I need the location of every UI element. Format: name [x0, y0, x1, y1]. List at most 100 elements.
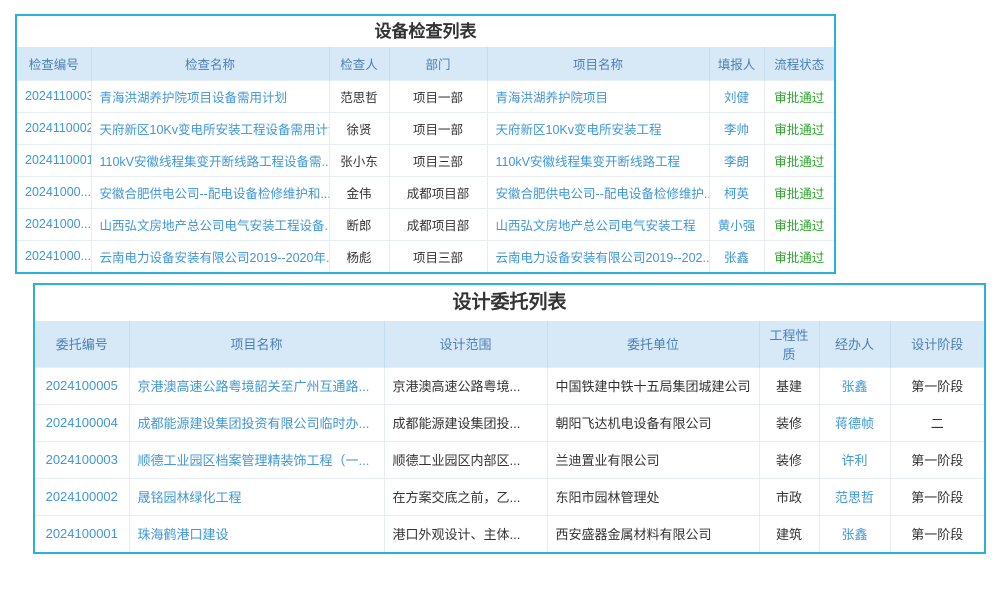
column-header-id: 委托编号: [35, 321, 129, 367]
cell-status: 审批通过: [764, 80, 834, 112]
cell-id[interactable]: 2024100001: [35, 515, 129, 552]
cell-id[interactable]: 2024100005: [35, 367, 129, 404]
cell-name[interactable]: 山西弘文房地产总公司电气安装工程设备...: [91, 208, 329, 240]
column-header-scope: 设计范围: [384, 321, 547, 367]
cell-id[interactable]: 2024100004: [35, 404, 129, 441]
column-header-nature: 工程性质: [759, 321, 819, 367]
table-row: 2024110003青海洪湖养护院项目设备需用计划范思哲项目一部青海洪湖养护院项…: [17, 80, 834, 112]
cell-name[interactable]: 天府新区10Kv变电所安装工程设备需用计划: [91, 112, 329, 144]
column-header-inspector: 检查人: [329, 47, 389, 80]
cell-inspector: 杨彪: [329, 240, 389, 272]
cell-scope: 顺德工业园区内部区...: [384, 441, 547, 478]
cell-nature: 装修: [759, 404, 819, 441]
table-row: 2024110002天府新区10Kv变电所安装工程设备需用计划徐贤项目一部天府新…: [17, 112, 834, 144]
column-header-handler: 经办人: [819, 321, 890, 367]
cell-client: 东阳市园林管理处: [547, 478, 759, 515]
cell-project[interactable]: 珠海鹤港口建设: [129, 515, 384, 552]
cell-stage: 第一阶段: [890, 515, 984, 552]
cell-status: 审批通过: [764, 176, 834, 208]
cell-department: 项目一部: [389, 112, 487, 144]
cell-project[interactable]: 安徽合肥供电公司--配电设备检修维护...: [487, 176, 709, 208]
cell-nature: 基建: [759, 367, 819, 404]
column-header-project: 项目名称: [129, 321, 384, 367]
cell-reporter[interactable]: 李朗: [709, 144, 764, 176]
cell-nature: 装修: [759, 441, 819, 478]
column-header-status: 流程状态: [764, 47, 834, 80]
cell-nature: 建筑: [759, 515, 819, 552]
cell-reporter[interactable]: 黄小强: [709, 208, 764, 240]
table-row: 2024100004成都能源建设集团投资有限公司临时办...成都能源建设集团投.…: [35, 404, 984, 441]
cell-name[interactable]: 110kV安徽线程集变开断线路工程设备需...: [91, 144, 329, 176]
table-row: 2024110001110kV安徽线程集变开断线路工程设备需...张小东项目三部…: [17, 144, 834, 176]
cell-stage: 第一阶段: [890, 367, 984, 404]
cell-handler[interactable]: 范思哲: [819, 478, 890, 515]
cell-id[interactable]: 2024100002: [35, 478, 129, 515]
cell-handler[interactable]: 许利: [819, 441, 890, 478]
cell-status: 审批通过: [764, 240, 834, 272]
cell-department: 项目一部: [389, 80, 487, 112]
table-row: 20241000...云南电力设备安装有限公司2019--2020年...杨彪项…: [17, 240, 834, 272]
cell-stage: 二: [890, 404, 984, 441]
design-commission-table: 委托编号项目名称设计范围委托单位工程性质经办人设计阶段2024100005京港澳…: [35, 321, 984, 552]
cell-department: 项目三部: [389, 144, 487, 176]
cell-name[interactable]: 安徽合肥供电公司--配电设备检修维护和...: [91, 176, 329, 208]
cell-status: 审批通过: [764, 208, 834, 240]
cell-name[interactable]: 青海洪湖养护院项目设备需用计划: [91, 80, 329, 112]
cell-handler[interactable]: 蒋德帧: [819, 404, 890, 441]
cell-client: 中国铁建中铁十五局集团城建公司: [547, 367, 759, 404]
cell-reporter[interactable]: 李帅: [709, 112, 764, 144]
cell-handler[interactable]: 张鑫: [819, 515, 890, 552]
cell-client: 兰迪置业有限公司: [547, 441, 759, 478]
cell-reporter[interactable]: 柯英: [709, 176, 764, 208]
cell-project[interactable]: 顺德工业园区档案管理精装饰工程（一...: [129, 441, 384, 478]
cell-id[interactable]: 20241000...: [17, 176, 91, 208]
equipment-inspection-table: 检查编号检查名称检查人部门项目名称填报人流程状态2024110003青海洪湖养护…: [17, 47, 834, 272]
equipment-inspection-panel: 设备检查列表 检查编号检查名称检查人部门项目名称填报人流程状态202411000…: [15, 14, 836, 274]
cell-department: 成都项目部: [389, 176, 487, 208]
cell-client: 朝阳飞达机电设备有限公司: [547, 404, 759, 441]
cell-id[interactable]: 20241000...: [17, 240, 91, 272]
cell-id[interactable]: 2024110002: [17, 112, 91, 144]
cell-status: 审批通过: [764, 112, 834, 144]
equipment-table-title: 设备检查列表: [17, 16, 834, 47]
cell-reporter[interactable]: 张鑫: [709, 240, 764, 272]
cell-project[interactable]: 山西弘文房地产总公司电气安装工程: [487, 208, 709, 240]
cell-inspector: 金伟: [329, 176, 389, 208]
cell-department: 项目三部: [389, 240, 487, 272]
cell-project[interactable]: 晟铭园林绿化工程: [129, 478, 384, 515]
cell-status: 审批通过: [764, 144, 834, 176]
header-row: 委托编号项目名称设计范围委托单位工程性质经办人设计阶段: [35, 321, 984, 367]
column-header-client: 委托单位: [547, 321, 759, 367]
table-row: 2024100005京港澳高速公路粤境韶关至广州互通路...京港澳高速公路粤境.…: [35, 367, 984, 404]
cell-inspector: 徐贤: [329, 112, 389, 144]
cell-id[interactable]: 20241000...: [17, 208, 91, 240]
cell-nature: 市政: [759, 478, 819, 515]
table-row: 2024100003顺德工业园区档案管理精装饰工程（一...顺德工业园区内部区.…: [35, 441, 984, 478]
cell-name[interactable]: 云南电力设备安装有限公司2019--2020年...: [91, 240, 329, 272]
cell-project[interactable]: 成都能源建设集团投资有限公司临时办...: [129, 404, 384, 441]
cell-id[interactable]: 2024110001: [17, 144, 91, 176]
column-header-project: 项目名称: [487, 47, 709, 80]
cell-project[interactable]: 天府新区10Kv变电所安装工程: [487, 112, 709, 144]
cell-inspector: 张小东: [329, 144, 389, 176]
cell-client: 西安盛器金属材料有限公司: [547, 515, 759, 552]
design-table-title: 设计委托列表: [35, 285, 984, 321]
header-row: 检查编号检查名称检查人部门项目名称填报人流程状态: [17, 47, 834, 80]
column-header-name: 检查名称: [91, 47, 329, 80]
cell-id[interactable]: 2024100003: [35, 441, 129, 478]
table-row: 20241000...安徽合肥供电公司--配电设备检修维护和...金伟成都项目部…: [17, 176, 834, 208]
cell-project[interactable]: 云南电力设备安装有限公司2019--202...: [487, 240, 709, 272]
cell-project[interactable]: 110kV安徽线程集变开断线路工程: [487, 144, 709, 176]
cell-scope: 京港澳高速公路粤境...: [384, 367, 547, 404]
table-row: 2024100001珠海鹤港口建设港口外观设计、主体...西安盛器金属材料有限公…: [35, 515, 984, 552]
cell-scope: 在方案交底之前，乙...: [384, 478, 547, 515]
cell-handler[interactable]: 张鑫: [819, 367, 890, 404]
column-header-id: 检查编号: [17, 47, 91, 80]
column-header-reporter: 填报人: [709, 47, 764, 80]
cell-project[interactable]: 青海洪湖养护院项目: [487, 80, 709, 112]
cell-reporter[interactable]: 刘健: [709, 80, 764, 112]
table-row: 20241000...山西弘文房地产总公司电气安装工程设备...断郎成都项目部山…: [17, 208, 834, 240]
cell-stage: 第一阶段: [890, 478, 984, 515]
cell-id[interactable]: 2024110003: [17, 80, 91, 112]
cell-project[interactable]: 京港澳高速公路粤境韶关至广州互通路...: [129, 367, 384, 404]
